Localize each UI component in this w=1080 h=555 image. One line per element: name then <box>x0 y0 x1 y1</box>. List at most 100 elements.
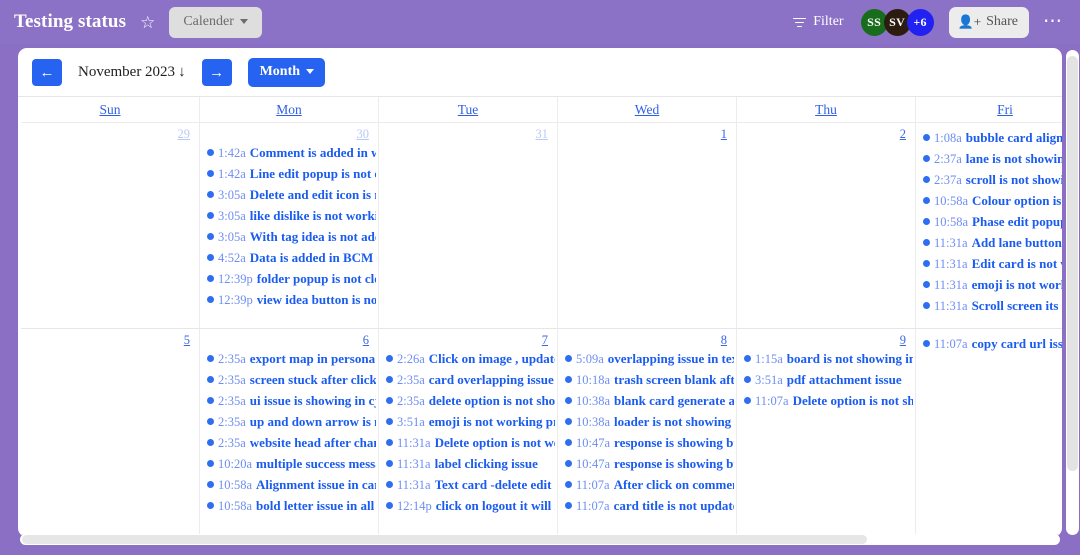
calendar-event[interactable]: 3:05a With tag idea is not adde <box>200 229 378 250</box>
calendar-event[interactable]: 2:35a ui issue is showing in cj <box>200 393 378 414</box>
calendar-day-cell[interactable]: 8 5:09a overlapping issue in text 10:18a tra… <box>558 329 737 535</box>
calendar-event[interactable]: 2:35a delete option is not show <box>379 393 557 414</box>
calendar-event[interactable]: 11:31aEdit card is not wo <box>916 256 1062 277</box>
horizontal-scrollbar-thumb[interactable] <box>22 535 867 544</box>
weekday-link[interactable]: Mon <box>276 102 302 118</box>
event-dot-icon <box>386 502 393 509</box>
calendar-event[interactable]: 10:47a response is showing bu <box>558 456 736 477</box>
calendar-event[interactable]: 10:47a response is showing bu <box>558 435 736 456</box>
day-number[interactable]: 2 <box>737 127 915 142</box>
calendar-day-cell[interactable]: 5 <box>21 329 200 535</box>
calendar-event[interactable]: 11:31aemoji is not working <box>916 277 1062 298</box>
calendar-event[interactable]: 10:58aColour option is not <box>916 193 1062 214</box>
calendar-event[interactable]: 2:35a export map in persona m <box>200 351 378 372</box>
event-time: 2:35a <box>397 373 425 387</box>
calendar-event[interactable]: 1:08abubble card alignment <box>916 130 1062 151</box>
day-number[interactable]: 5 <box>21 333 199 348</box>
calendar-event[interactable]: 4:52aData is added in BCM aft <box>200 250 378 271</box>
calendar-event[interactable]: 10:20a multiple success messa <box>200 456 378 477</box>
calendar-day-cell[interactable]: 1:08abubble card alignment2:37alane is n… <box>916 123 1062 329</box>
calendar-event[interactable]: 11:07a card title is not update <box>558 498 736 519</box>
event-time: 11:31a <box>397 436 431 450</box>
weekday-link[interactable]: Wed <box>635 102 659 118</box>
weekday-link[interactable]: Fri <box>997 102 1013 118</box>
day-number[interactable]: 7 <box>379 333 557 348</box>
event-title: Data is added in BCM aft <box>249 250 376 265</box>
avatar-overflow-count[interactable]: +6 <box>906 8 934 36</box>
filter-button[interactable]: Filter <box>787 13 849 31</box>
day-number[interactable]: 29 <box>21 127 199 142</box>
calendar-event[interactable]: 11:07a After click on comment <box>558 477 736 498</box>
calendar-event[interactable]: 11:31a Delete option is not wo <box>379 435 557 456</box>
calendar-event[interactable]: 10:18a trash screen blank afte <box>558 372 736 393</box>
weekday-link[interactable]: Sun <box>99 102 120 118</box>
calendar-event[interactable]: 10:58a bold letter issue in all <box>200 498 378 519</box>
event-dot-icon <box>207 212 214 219</box>
calendar-day-cell[interactable]: 6 2:35a export map in persona m 2:35a screen… <box>200 329 379 535</box>
calendar-event[interactable]: 3:51a pdf attachment issue <box>737 372 915 393</box>
calendar-event[interactable]: 12:14p click on logout it will n <box>379 498 557 519</box>
current-month-selector[interactable]: November 2023 ↓ <box>72 64 192 81</box>
calendar-event[interactable]: 3:05alike dislike is not working <box>200 208 378 229</box>
calendar-event[interactable]: 1:42a Line edit popup is not op <box>200 166 378 187</box>
calendar-event[interactable]: 1:15a board is not showing in <box>737 351 915 372</box>
next-period-button[interactable]: → <box>201 58 232 86</box>
calendar-day-cell[interactable]: 301:42aComment is added in wrong1:42aLin… <box>200 123 379 329</box>
calendar-day-cell[interactable]: 31 <box>379 123 558 329</box>
day-number[interactable]: 30 <box>200 127 378 142</box>
calendar-event[interactable]: 1:42aComment is added in wrong <box>200 145 378 166</box>
event-title: Comment is added in wrong <box>249 145 376 160</box>
calendar-event[interactable]: 11:31a Text card -delete edit c <box>379 477 557 498</box>
calendar-event[interactable]: 2:37ascroll is not showing <box>916 172 1062 193</box>
vertical-scrollbar-thumb[interactable] <box>1067 56 1078 471</box>
calendar-event[interactable]: 11:31a label clicking issue <box>379 456 557 477</box>
event-dot-icon <box>207 254 214 261</box>
day-number[interactable]: 8 <box>558 333 736 348</box>
more-options-icon[interactable]: ⋯ <box>1040 12 1066 31</box>
event-title: emoji is not working <box>971 277 1062 292</box>
day-number[interactable]: 31 <box>379 127 557 142</box>
calendar-event[interactable]: 10:58aPhase edit popup is <box>916 214 1062 235</box>
calendar-event[interactable]: 2:35a up and down arrow is m <box>200 414 378 435</box>
calendar-day-cell[interactable]: 11:07acopy card url issue <box>916 329 1062 535</box>
calendar-event[interactable]: 10:38a loader is not showing i <box>558 414 736 435</box>
calendar-event[interactable]: 12:39p view idea button is not <box>200 292 378 313</box>
calendar-event[interactable]: 2:35a website head after chang <box>200 435 378 456</box>
day-number[interactable]: 9 <box>737 333 915 348</box>
calendar-event[interactable]: 11:07a Delete option is not sh <box>737 393 915 414</box>
calendar-day-cell[interactable]: 9 1:15a board is not showing in 3:51a pdf at… <box>737 329 916 535</box>
event-time: 1:42a <box>218 146 246 160</box>
day-number[interactable]: 1 <box>558 127 736 142</box>
calendar-day-cell[interactable]: 2 <box>737 123 916 329</box>
share-button[interactable]: 👤+ Share <box>948 6 1029 38</box>
event-dot-icon <box>207 149 214 156</box>
calendar-event[interactable]: 3:05a Delete and edit icon is n <box>200 187 378 208</box>
event-title: export map in persona m <box>249 351 376 366</box>
event-title: label clicking issue <box>434 456 538 471</box>
favorite-star-icon[interactable]: ☆ <box>140 14 155 31</box>
calendar-event[interactable]: 2:35a card overlapping issue in <box>379 372 557 393</box>
event-dot-icon <box>207 502 214 509</box>
calendar-event[interactable]: 10:38a blank card generate an <box>558 393 736 414</box>
calendar-day-cell[interactable]: 29 <box>21 123 200 329</box>
calendar-event[interactable]: 12:39pfolder popup is not closi <box>200 271 378 292</box>
weekday-link[interactable]: Tue <box>458 102 479 118</box>
calendar-day-cell[interactable]: 7 2:26a Click on image , update i 2:35a card… <box>379 329 558 535</box>
calendar-view-mode-button[interactable]: Month <box>247 57 326 87</box>
calendar-event[interactable]: 2:37a lane is not showing <box>916 151 1062 172</box>
day-number[interactable]: 6 <box>200 333 378 348</box>
calendar-event[interactable]: 11:07acopy card url issue <box>916 336 1062 357</box>
view-selector-button[interactable]: Calender <box>169 6 262 38</box>
calendar-event[interactable]: 5:09a overlapping issue in text <box>558 351 736 372</box>
calendar-day-cell[interactable]: 1 <box>558 123 737 329</box>
event-time: 2:37a <box>934 152 962 166</box>
calendar-event[interactable]: 11:31aAdd lane button is <box>916 235 1062 256</box>
calendar-event[interactable]: 10:58a Alignment issue in card <box>200 477 378 498</box>
previous-period-button[interactable]: ← <box>32 58 62 86</box>
calendar-event[interactable]: 2:26a Click on image , update i <box>379 351 557 372</box>
weekday-link[interactable]: Thu <box>815 102 837 118</box>
calendar-event[interactable]: 3:51a emoji is not working pro <box>379 414 557 435</box>
calendar-event[interactable]: 2:35a screen stuck after click <box>200 372 378 393</box>
calendar-event[interactable]: 11:31aScroll screen its ove <box>916 298 1062 319</box>
event-dot-icon <box>207 481 214 488</box>
